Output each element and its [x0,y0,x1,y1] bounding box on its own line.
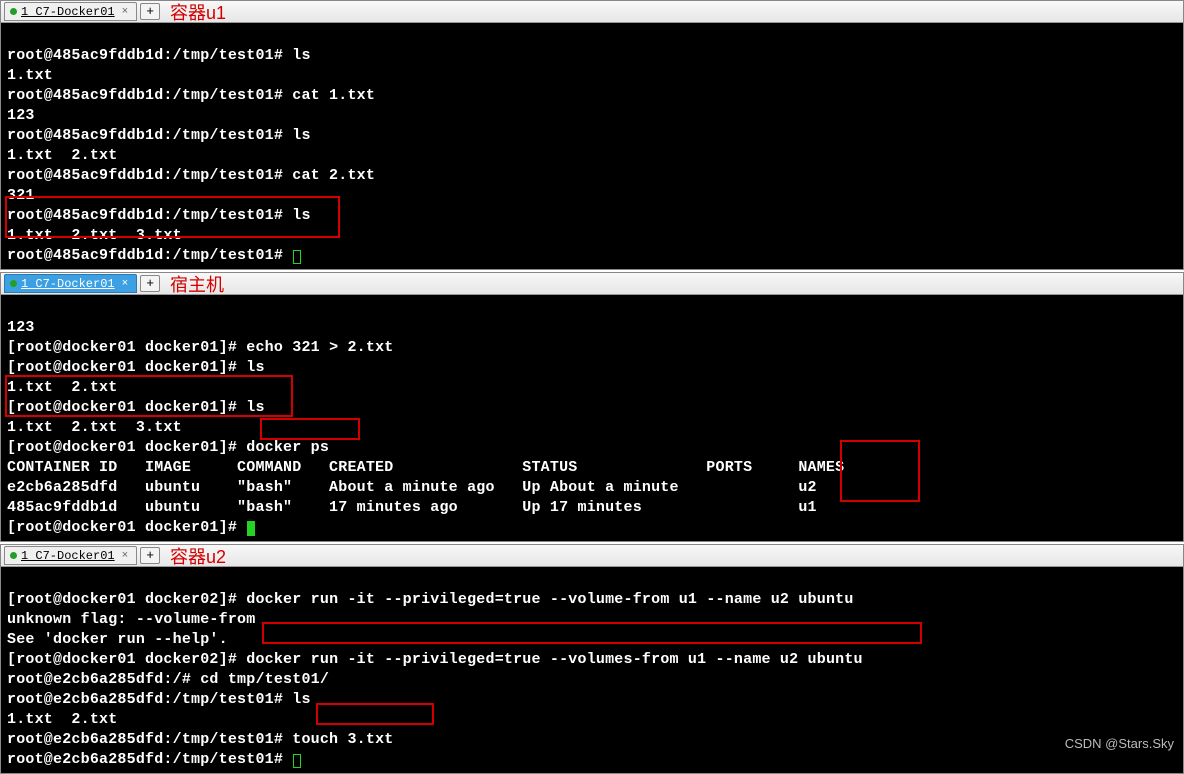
close-icon[interactable]: × [122,6,129,18]
titlebar: 1 C7-Docker01 × + 容器u1 [1,1,1183,23]
titlebar: 1 C7-Docker01 × + 容器u2 [1,545,1183,567]
tab-docker01[interactable]: 1 C7-Docker01 × [4,2,137,21]
terminal-window-u1: 1 C7-Docker01 × + 容器u1 root@485ac9fddb1d… [0,0,1184,270]
tab-label: 1 C7-Docker01 [21,549,115,563]
annotation-u2: 容器u2 [170,543,226,569]
watermark: CSDN @Stars.Sky [1065,736,1174,751]
terminal-output-host[interactable]: 123 [root@docker01 docker01]# echo 321 >… [1,295,1183,541]
add-tab-button[interactable]: + [140,547,160,564]
close-icon[interactable]: × [122,550,129,562]
titlebar: 1 C7-Docker01 × + 宿主机 [1,273,1183,295]
annotation-u1: 容器u1 [170,0,226,25]
close-icon[interactable]: × [122,278,129,290]
terminal-output-u2[interactable]: [root@docker01 docker02]# docker run -it… [1,567,1183,773]
cursor-icon [293,250,301,264]
cursor-icon [293,754,301,768]
terminal-output-u1[interactable]: root@485ac9fddb1d:/tmp/test01# ls 1.txt … [1,23,1183,269]
cursor-icon [247,521,255,536]
annotation-host: 宿主机 [170,271,224,297]
tab-docker01[interactable]: 1 C7-Docker01 × [4,546,137,565]
tab-label: 1 C7-Docker01 [21,277,115,291]
terminal-window-host: 1 C7-Docker01 × + 宿主机 123 [root@docker01… [0,272,1184,542]
add-tab-button[interactable]: + [140,275,160,292]
status-dot-icon [10,280,17,287]
status-dot-icon [10,8,17,15]
tab-docker01[interactable]: 1 C7-Docker01 × [4,274,137,293]
add-tab-button[interactable]: + [140,3,160,20]
tab-label: 1 C7-Docker01 [21,5,115,19]
status-dot-icon [10,552,17,559]
terminal-window-u2: 1 C7-Docker01 × + 容器u2 [root@docker01 do… [0,544,1184,774]
